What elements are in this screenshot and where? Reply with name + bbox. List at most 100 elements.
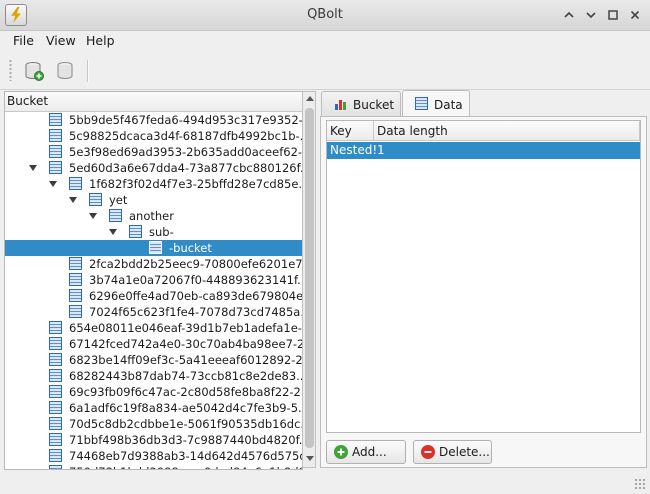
expand-arrow-icon[interactable] bbox=[109, 229, 117, 235]
toolbar bbox=[0, 52, 650, 90]
tree-scrollbar[interactable] bbox=[302, 91, 316, 468]
bucket-table-icon bbox=[49, 337, 62, 350]
column-header-key[interactable]: Key bbox=[327, 121, 374, 141]
tree-row[interactable]: 5e3f98ed69ad3953-2b635add0aceef62-... bbox=[5, 144, 302, 160]
add-database-icon[interactable] bbox=[22, 59, 46, 83]
title-bar[interactable]: QBolt bbox=[0, 0, 650, 31]
expand-arrow-icon[interactable] bbox=[29, 165, 37, 171]
tree-row[interactable]: 654e08011e046eaf-39d1b7eb1adefa1e-... bbox=[5, 320, 302, 336]
menu-help[interactable]: Help bbox=[86, 33, 115, 48]
menu-view[interactable]: View bbox=[46, 33, 76, 48]
tree-row-label: -bucket bbox=[169, 241, 212, 255]
tree-row-label: sub- bbox=[149, 225, 174, 239]
bucket-table-icon bbox=[69, 257, 82, 270]
tree-row[interactable]: 7024f65c623f1fe4-7078d73cd7485a... bbox=[5, 304, 302, 320]
table-icon bbox=[415, 97, 428, 110]
tree-row[interactable]: 3b74a1e0a72067f0-448893623141f... bbox=[5, 272, 302, 288]
bucket-tree[interactable]: Bucket 5bb9de5f467feda6-494d953c317e9352… bbox=[4, 91, 303, 470]
tree-row-label: 68282443b87dab74-73ccb81c8e2de83... bbox=[69, 369, 303, 383]
expand-arrow-icon[interactable] bbox=[69, 197, 77, 203]
bucket-table-icon bbox=[69, 177, 82, 190]
tree-row[interactable]: 5ed60d3a6e67dda4-73a877cbc880126f... bbox=[5, 160, 302, 176]
tree-row[interactable]: 74468eb7d9388ab3-14d642d4576d575d... bbox=[5, 448, 302, 464]
tree-row[interactable]: 70d5c8db2cdbbe1e-5061f90535db16dc... bbox=[5, 416, 302, 432]
window-title: QBolt bbox=[307, 7, 343, 22]
size-grip[interactable] bbox=[634, 478, 646, 490]
bucket-table-icon bbox=[49, 161, 62, 174]
add-icon bbox=[334, 445, 348, 459]
status-bar bbox=[0, 470, 650, 494]
database-icon[interactable] bbox=[53, 59, 77, 83]
tab-bucket[interactable]: Bucket bbox=[321, 91, 401, 116]
tree-row-label: 74468eb7d9388ab3-14d642d4576d575d... bbox=[69, 449, 303, 463]
tree-row[interactable]: 68282443b87dab74-73ccb81c8e2de83... bbox=[5, 368, 302, 384]
tree-header-label: Bucket bbox=[7, 94, 49, 108]
delete-button[interactable]: Delete... bbox=[413, 440, 492, 464]
bucket-table-icon bbox=[69, 289, 82, 302]
tree-row-label: 6296e0ffe4ad70eb-ca893de679804e... bbox=[89, 289, 303, 303]
tree-row[interactable]: yet bbox=[5, 192, 302, 208]
minimize-icon[interactable] bbox=[582, 6, 600, 24]
bucket-table-icon bbox=[49, 433, 62, 446]
tree-row[interactable]: 6296e0ffe4ad70eb-ca893de679804e... bbox=[5, 288, 302, 304]
cell-data-length: 1 bbox=[377, 143, 385, 157]
tree-row-label: 654e08011e046eaf-39d1b7eb1adefa1e-... bbox=[69, 321, 303, 335]
close-icon[interactable] bbox=[626, 6, 644, 24]
tree-row-label: 3b74a1e0a72067f0-448893623141f... bbox=[89, 273, 303, 287]
bucket-table-icon bbox=[49, 449, 62, 462]
tree-row[interactable]: 71bbf498b36db3d3-7c9887440bd4820f... bbox=[5, 432, 302, 448]
restore-up-icon[interactable] bbox=[560, 6, 578, 24]
tree-row-label: 2fca2bdd2b25eec9-70800efe6201e7... bbox=[89, 257, 303, 271]
add-button[interactable]: Add... bbox=[326, 440, 406, 464]
delete-button-label: Delete... bbox=[439, 445, 490, 459]
bucket-table-icon bbox=[89, 193, 102, 206]
cell-key: Nested! bbox=[330, 143, 378, 157]
app-window: QBolt File View Help Bucket 5bb9de5f467f… bbox=[0, 0, 650, 494]
bucket-table-icon bbox=[49, 369, 62, 382]
tab-data-label: Data bbox=[434, 98, 463, 112]
tree-header[interactable]: Bucket bbox=[5, 92, 302, 112]
bucket-table-icon bbox=[69, 273, 82, 286]
tree-row[interactable]: 6a1adf6c19f8a834-ae5042d4c7fe3b9-5... bbox=[5, 400, 302, 416]
tree-row[interactable]: 67142fced742a4e0-30c70ab4ba98ee7-2... bbox=[5, 336, 302, 352]
tree-row-label: 5e3f98ed69ad3953-2b635add0aceef62-... bbox=[69, 145, 303, 159]
tree-row[interactable]: 5c98825dcaca3d4f-68187dfb4992bc1b-... bbox=[5, 128, 302, 144]
tree-row[interactable]: 5bb9de5f467feda6-494d953c317e9352-... bbox=[5, 112, 302, 128]
tree-row-label: 1f682f3f02d4f7e3-25bffd28e7cd85e... bbox=[89, 177, 303, 191]
tree-row[interactable]: 2fca2bdd2b25eec9-70800efe6201e7... bbox=[5, 256, 302, 272]
tree-row-label: 7024f65c623f1fe4-7078d73cd7485a... bbox=[89, 305, 303, 319]
bucket-table-icon bbox=[49, 417, 62, 430]
tree-row[interactable]: 6823be14ff09ef3c-5a41eeeaf6012892-2... bbox=[5, 352, 302, 368]
tree-scroll-thumb[interactable] bbox=[305, 108, 314, 448]
tree-row[interactable]: another bbox=[5, 208, 302, 224]
tab-bucket-label: Bucket bbox=[353, 98, 395, 112]
menu-file[interactable]: File bbox=[13, 33, 34, 48]
table-row[interactable]: Nested! 1 bbox=[327, 142, 640, 159]
toolbar-separator bbox=[87, 60, 89, 82]
tree-row-label: 6823be14ff09ef3c-5a41eeeaf6012892-2... bbox=[69, 353, 303, 367]
tree-row-label: 5c98825dcaca3d4f-68187dfb4992bc1b-... bbox=[69, 129, 303, 143]
tree-row-label: 5ed60d3a6e67dda4-73a877cbc880126f... bbox=[69, 161, 303, 175]
scroll-up-icon[interactable] bbox=[306, 96, 314, 101]
bucket-table-icon bbox=[69, 305, 82, 318]
expand-arrow-icon[interactable] bbox=[89, 213, 97, 219]
tree-row-label: another bbox=[129, 209, 174, 223]
bucket-table-icon bbox=[149, 241, 162, 254]
maximize-icon[interactable] bbox=[604, 6, 622, 24]
tree-row-label: 69c93fb09f6c47ac-2c80d58fe8ba8f22-2... bbox=[69, 385, 303, 399]
tree-row[interactable]: sub- bbox=[5, 224, 302, 240]
bucket-table-icon bbox=[49, 401, 62, 414]
scroll-down-icon[interactable] bbox=[306, 456, 314, 461]
toolbar-grip[interactable] bbox=[9, 59, 12, 81]
column-header-data-length[interactable]: Data length bbox=[374, 121, 640, 141]
data-table[interactable]: Key Data length Nested! 1 bbox=[326, 120, 641, 433]
bucket-table-icon bbox=[49, 385, 62, 398]
tree-row-label: 5bb9de5f467feda6-494d953c317e9352-... bbox=[69, 113, 303, 127]
tree-row[interactable]: -bucket bbox=[5, 240, 302, 256]
column-key-label: Key bbox=[330, 124, 352, 138]
tab-data[interactable]: Data bbox=[402, 90, 470, 117]
bucket-table-icon bbox=[129, 225, 142, 238]
tree-row[interactable]: 69c93fb09f6c47ac-2c80d58fe8ba8f22-2... bbox=[5, 384, 302, 400]
expand-arrow-icon[interactable] bbox=[49, 181, 57, 187]
tree-row[interactable]: 1f682f3f02d4f7e3-25bffd28e7cd85e... bbox=[5, 176, 302, 192]
